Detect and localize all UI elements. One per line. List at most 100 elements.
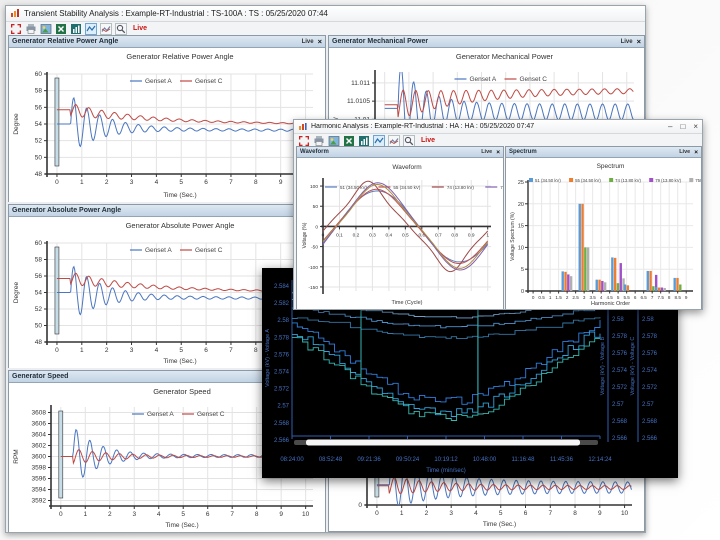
- svg-text:60: 60: [35, 71, 43, 78]
- excel-icon[interactable]: [55, 23, 67, 35]
- svg-text:Genset A: Genset A: [147, 411, 174, 418]
- panel-header[interactable]: Generator Relative Power Angle Live ×: [9, 36, 325, 48]
- svg-text:11.0105: 11.0105: [347, 98, 370, 105]
- svg-text:6: 6: [206, 511, 210, 518]
- svg-text:3602: 3602: [32, 443, 47, 450]
- svg-text:Voltage Spectrum (%): Voltage Spectrum (%): [510, 212, 516, 261]
- svg-text:Voltage (kV) - Voltage A: Voltage (kV) - Voltage A: [265, 329, 271, 387]
- svg-text:Time (Sec.): Time (Sec.): [165, 522, 198, 529]
- svg-text:2.58: 2.58: [642, 317, 654, 323]
- panel-title: Waveform: [300, 149, 329, 155]
- app-icon: [10, 5, 20, 23]
- panel-title: Generator Absolute Power Angle: [12, 207, 121, 214]
- svg-text:52: 52: [35, 306, 43, 313]
- svg-text:Genset C: Genset C: [520, 76, 548, 83]
- relative-power-angle-chart: Generator Relative Power AngleGenset AGe…: [9, 48, 325, 202]
- plot-line-icon[interactable]: [100, 23, 112, 35]
- svg-text:2.584: 2.584: [274, 284, 290, 290]
- panel-close-button[interactable]: ×: [637, 37, 641, 46]
- expand-icon[interactable]: [298, 135, 310, 147]
- svg-text:2.574: 2.574: [274, 370, 290, 376]
- svg-text:12:14:24: 12:14:24: [588, 457, 612, 463]
- svg-text:Degree: Degree: [13, 281, 20, 303]
- zoom-icon[interactable]: [115, 23, 127, 35]
- svg-text:08:24:00: 08:24:00: [280, 457, 304, 463]
- panel-header[interactable]: Generator Mechanical Power Live ×: [329, 36, 644, 48]
- svg-text:Time (Sec.): Time (Sec.): [163, 192, 196, 199]
- image-icon[interactable]: [328, 135, 340, 147]
- svg-text:Generator Mechanical Power: Generator Mechanical Power: [456, 52, 554, 61]
- svg-text:7: 7: [229, 179, 233, 186]
- svg-text:5: 5: [179, 179, 183, 186]
- panel-header[interactable]: Spectrum Live ×: [506, 147, 701, 158]
- image-icon[interactable]: [40, 23, 52, 35]
- plot-line-icon[interactable]: [388, 135, 400, 147]
- svg-text:55 (34.50 kV): 55 (34.50 kV): [575, 178, 601, 183]
- svg-text:1: 1: [83, 511, 87, 518]
- svg-text:7.5: 7.5: [657, 295, 664, 300]
- panel-header[interactable]: Generator Absolute Power Angle Live ×: [9, 205, 325, 217]
- expand-icon[interactable]: [10, 23, 22, 35]
- svg-text:9: 9: [279, 511, 283, 518]
- panel-relative-power-angle: Generator Relative Power Angle Live × Ge…: [8, 35, 326, 202]
- svg-text:Generator Relative Power Angle: Generator Relative Power Angle: [126, 52, 233, 61]
- svg-text:7: 7: [229, 347, 233, 354]
- svg-text:0: 0: [59, 511, 63, 518]
- svg-text:3.5: 3.5: [589, 295, 596, 300]
- svg-text:2.578: 2.578: [274, 335, 290, 341]
- panel-close-button[interactable]: ×: [694, 149, 698, 156]
- svg-text:6: 6: [204, 347, 208, 354]
- panel-title: Generator Mechanical Power: [332, 38, 428, 45]
- svg-text:2.566: 2.566: [642, 436, 658, 442]
- harmonic-titlebar[interactable]: Harmonic Analysis : Example-RT-Industria…: [294, 120, 702, 134]
- svg-text:10: 10: [621, 510, 629, 517]
- svg-text:2.576: 2.576: [642, 351, 658, 357]
- svg-text:10:48:00: 10:48:00: [473, 457, 497, 463]
- svg-text:3598: 3598: [32, 465, 47, 472]
- svg-text:8: 8: [254, 179, 258, 186]
- svg-text:Genset C: Genset C: [197, 411, 225, 418]
- zoom-icon[interactable]: [403, 135, 415, 147]
- svg-text:Harmonic Order: Harmonic Order: [591, 301, 630, 307]
- maximize-button[interactable]: □: [680, 123, 685, 131]
- svg-text:Time (Cycle): Time (Cycle): [392, 300, 423, 306]
- panel-close-button[interactable]: ×: [318, 37, 322, 46]
- print-icon[interactable]: [25, 23, 37, 35]
- svg-text:0: 0: [358, 502, 362, 509]
- svg-text:3604: 3604: [32, 432, 47, 439]
- plot-line-active-icon[interactable]: [373, 135, 385, 147]
- svg-text:1: 1: [400, 510, 404, 517]
- minimize-button[interactable]: –: [668, 123, 672, 131]
- svg-text:08:52:48: 08:52:48: [319, 457, 343, 463]
- svg-text:60: 60: [35, 240, 43, 247]
- trend-scrollbar-thumb[interactable]: [306, 440, 580, 446]
- svg-text:3600: 3600: [32, 454, 47, 461]
- svg-text:6.5: 6.5: [640, 295, 647, 300]
- svg-text:79 (13.80 kV): 79 (13.80 kV): [655, 178, 681, 183]
- svg-text:2.566: 2.566: [612, 436, 628, 442]
- svg-text:3: 3: [130, 179, 134, 186]
- excel-icon[interactable]: [343, 135, 355, 147]
- svg-text:54: 54: [35, 290, 43, 297]
- svg-text:2.576: 2.576: [612, 351, 628, 357]
- svg-text:Waveform: Waveform: [392, 164, 421, 171]
- svg-text:0: 0: [375, 510, 379, 517]
- panel-header[interactable]: Waveform Live ×: [297, 147, 503, 158]
- chart-icon[interactable]: [70, 23, 82, 35]
- svg-text:4: 4: [600, 295, 603, 300]
- live-indicator: Live: [133, 25, 147, 32]
- svg-text:0: 0: [532, 295, 535, 300]
- svg-text:11.011: 11.011: [351, 80, 370, 87]
- main-titlebar[interactable]: Transient Stability Analysis : Example-R…: [6, 6, 645, 22]
- plot-line-active-icon[interactable]: [85, 23, 97, 35]
- svg-text:56: 56: [35, 104, 43, 111]
- chart-icon[interactable]: [358, 135, 370, 147]
- svg-text:0: 0: [55, 347, 59, 354]
- print-icon[interactable]: [313, 135, 325, 147]
- svg-text:8.5: 8.5: [674, 295, 681, 300]
- svg-text:1: 1: [549, 295, 552, 300]
- svg-text:Spectrum: Spectrum: [597, 163, 625, 170]
- svg-text:2.578: 2.578: [642, 334, 658, 340]
- close-button[interactable]: ×: [693, 123, 698, 131]
- panel-close-button[interactable]: ×: [496, 149, 500, 156]
